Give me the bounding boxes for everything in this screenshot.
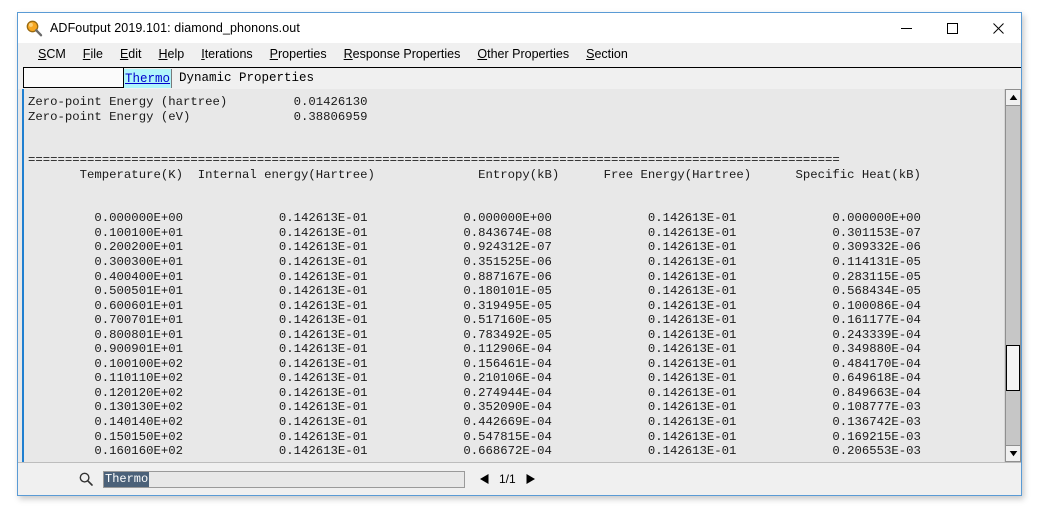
- magnifier-icon: [25, 19, 43, 37]
- next-match-button[interactable]: [522, 470, 540, 488]
- menu-item-section[interactable]: Section: [586, 47, 628, 61]
- tab-thermo[interactable]: Thermo: [124, 68, 173, 88]
- menu-label-rest: esponse Properties: [352, 47, 461, 61]
- output-text-view[interactable]: Zero-point Energy (hartree) 0.01426130 Z…: [24, 89, 1004, 462]
- scrollbar-track[interactable]: [1005, 106, 1021, 445]
- section-tabs: Thermo Dynamic Properties: [124, 67, 1021, 88]
- tab-strip-filler: [314, 68, 1021, 88]
- section-tab-strip: Thermo Dynamic Properties: [18, 65, 1021, 89]
- menu-item-edit[interactable]: Edit: [120, 47, 142, 61]
- title-bar: ADFoutput 2019.101: diamond_phonons.out: [18, 13, 1021, 43]
- menu-item-help[interactable]: Help: [159, 47, 185, 61]
- search-input-value: Thermo: [104, 471, 150, 487]
- menu-mnemonic: P: [269, 47, 278, 61]
- section-filter-input[interactable]: [23, 67, 124, 88]
- menu-label-rest: ile: [90, 47, 103, 61]
- menu-item-properties[interactable]: Properties: [270, 47, 327, 61]
- tab-dynamic-properties[interactable]: Dynamic Properties: [172, 68, 315, 88]
- menu-mnemonic: O: [477, 47, 488, 61]
- search-bar: Thermo 1/1: [18, 462, 1021, 495]
- application-window: ADFoutput 2019.101: diamond_phonons.out: [17, 12, 1022, 496]
- menu-item-response-properties[interactable]: Response Properties: [344, 47, 461, 61]
- scroll-up-button[interactable]: [1005, 89, 1021, 106]
- search-input[interactable]: Thermo: [103, 470, 465, 488]
- menu-label-rest: ther Properties: [487, 47, 570, 61]
- desktop-background: ADFoutput 2019.101: diamond_phonons.out: [0, 0, 1040, 513]
- previous-match-button[interactable]: [475, 470, 493, 488]
- menu-item-other-properties[interactable]: Other Properties: [477, 47, 569, 61]
- menu-label-rest: terations: [204, 47, 253, 61]
- window-title: ADFoutput 2019.101: diamond_phonons.out: [50, 21, 300, 35]
- match-counter: 1/1: [499, 472, 516, 486]
- menu-label-rest: roperties: [278, 47, 327, 61]
- maximize-button[interactable]: [929, 13, 975, 43]
- menu-label-rest: dit: [128, 47, 142, 61]
- scrollbar-thumb[interactable]: [1006, 344, 1020, 391]
- vertical-scrollbar[interactable]: [1004, 89, 1021, 462]
- window-controls: [883, 13, 1021, 43]
- menu-label-rest: ection: [594, 47, 628, 61]
- minimize-button[interactable]: [883, 13, 929, 43]
- menu-label-rest: elp: [167, 47, 185, 61]
- menu-item-file[interactable]: File: [83, 47, 103, 61]
- content-area: Zero-point Energy (hartree) 0.01426130 Z…: [18, 89, 1021, 462]
- close-button[interactable]: [975, 13, 1021, 43]
- menu-label-rest: CM: [46, 47, 66, 61]
- scroll-down-button[interactable]: [1005, 445, 1021, 462]
- menu-mnemonic: H: [158, 47, 168, 61]
- menu-item-iterations[interactable]: Iterations: [201, 47, 252, 61]
- menu-bar: SCM File Edit Help Iterations Properties…: [18, 43, 1021, 65]
- menu-item-scm[interactable]: SCM: [38, 47, 66, 61]
- search-icon[interactable]: [78, 471, 94, 487]
- menu-mnemonic: R: [343, 47, 353, 61]
